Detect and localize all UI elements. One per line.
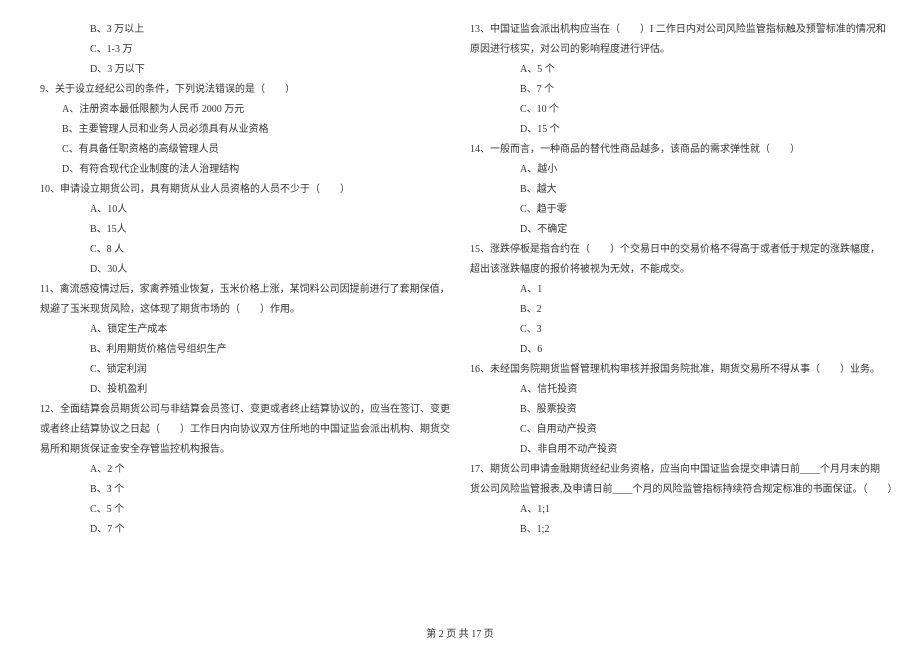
option-text: C、趋于零 (460, 200, 898, 220)
option-text: D、有符合现代企业制度的法人治理结构 (30, 160, 450, 180)
option-text: D、6 (460, 340, 898, 360)
option-text: C、8 人 (30, 240, 450, 260)
option-text: D、3 万以下 (30, 60, 450, 80)
question-text: 13、中国证监会派出机构应当在（ ）I 二作日内对公司风险监管指标触及预警标准的… (460, 20, 898, 40)
left-column: B、3 万以上 C、1-3 万 D、3 万以下 9、关于设立经纪公司的条件，下列… (30, 20, 450, 600)
option-text: B、1;2 (460, 520, 898, 540)
right-column: 13、中国证监会派出机构应当在（ ）I 二作日内对公司风险监管指标触及预警标准的… (460, 20, 898, 600)
option-text: A、2 个 (30, 460, 450, 480)
option-text: D、非自用不动产投资 (460, 440, 898, 460)
question-text: 11、禽流感疫情过后，家禽养殖业恢复，玉米价格上涨，某饲料公司因提前进行了套期保… (30, 280, 450, 300)
option-text: D、不确定 (460, 220, 898, 240)
option-text: A、1 (460, 280, 898, 300)
option-text: B、3 万以上 (30, 20, 450, 40)
option-text: D、7 个 (30, 520, 450, 540)
option-text: C、3 (460, 320, 898, 340)
option-text: B、利用期货价格信号组织生产 (30, 340, 450, 360)
option-text: C、10 个 (460, 100, 898, 120)
question-text: 或者终止结算协议之日起（ ）工作日内向协议双方住所地的中国证监会派出机构、期货交 (30, 420, 450, 440)
option-text: B、15人 (30, 220, 450, 240)
question-text: 17、期货公司申请金融期货经纪业务资格，应当向中国证监会提交申请日前____个月… (460, 460, 898, 480)
page-footer: 第 2 页 共 17 页 (0, 625, 920, 640)
option-text: A、1;1 (460, 500, 898, 520)
option-text: B、2 (460, 300, 898, 320)
option-text: A、锁定生产成本 (30, 320, 450, 340)
question-text: 规避了玉米现货风险，这体现了期货市场的（ ）作用。 (30, 300, 450, 320)
option-text: A、注册资本最低限额为人民币 2000 万元 (30, 100, 450, 120)
question-text: 9、关于设立经纪公司的条件，下列说法错误的是（ ） (30, 80, 450, 100)
option-text: B、7 个 (460, 80, 898, 100)
question-text: 16、未经国务院期货监督管理机构审核并报国务院批准，期货交易所不得从事（ ）业务… (460, 360, 898, 380)
question-text: 10、申请设立期货公司，具有期货从业人员资格的人员不少于（ ） (30, 180, 450, 200)
option-text: B、越大 (460, 180, 898, 200)
option-text: D、30人 (30, 260, 450, 280)
option-text: B、主要管理人员和业务人员必须具有从业资格 (30, 120, 450, 140)
question-text: 超出该涨跌幅度的报价将被视为无效，不能成交。 (460, 260, 898, 280)
option-text: B、股票投资 (460, 400, 898, 420)
question-text: 原因进行核实，对公司的影响程度进行评估。 (460, 40, 898, 60)
option-text: C、锁定利润 (30, 360, 450, 380)
option-text: B、3 个 (30, 480, 450, 500)
option-text: A、10人 (30, 200, 450, 220)
option-text: D、投机盈利 (30, 380, 450, 400)
option-text: C、自用动产投资 (460, 420, 898, 440)
question-text: 14、一般而言，一种商品的替代性商品越多，该商品的需求弹性就（ ） (460, 140, 898, 160)
option-text: D、15 个 (460, 120, 898, 140)
page-columns: B、3 万以上 C、1-3 万 D、3 万以下 9、关于设立经纪公司的条件，下列… (30, 20, 890, 600)
option-text: A、越小 (460, 160, 898, 180)
option-text: C、1-3 万 (30, 40, 450, 60)
question-text: 12、全面结算会员期货公司与非结算会员签订、变更或者终止结算协议的，应当在签订、… (30, 400, 450, 420)
option-text: C、5 个 (30, 500, 450, 520)
option-text: A、信托投资 (460, 380, 898, 400)
question-text: 易所和期货保证金安全存管监控机构报告。 (30, 440, 450, 460)
question-text: 货公司风险监管报表,及申请日前____个月的风险监管指标持续符合规定标准的书面保… (460, 480, 898, 500)
question-text: 15、涨跌停板是指合约在（ ）个交易日中的交易价格不得高于或者低于规定的涨跌幅度… (460, 240, 898, 260)
option-text: C、有具备任职资格的高级管理人员 (30, 140, 450, 160)
option-text: A、5 个 (460, 60, 898, 80)
